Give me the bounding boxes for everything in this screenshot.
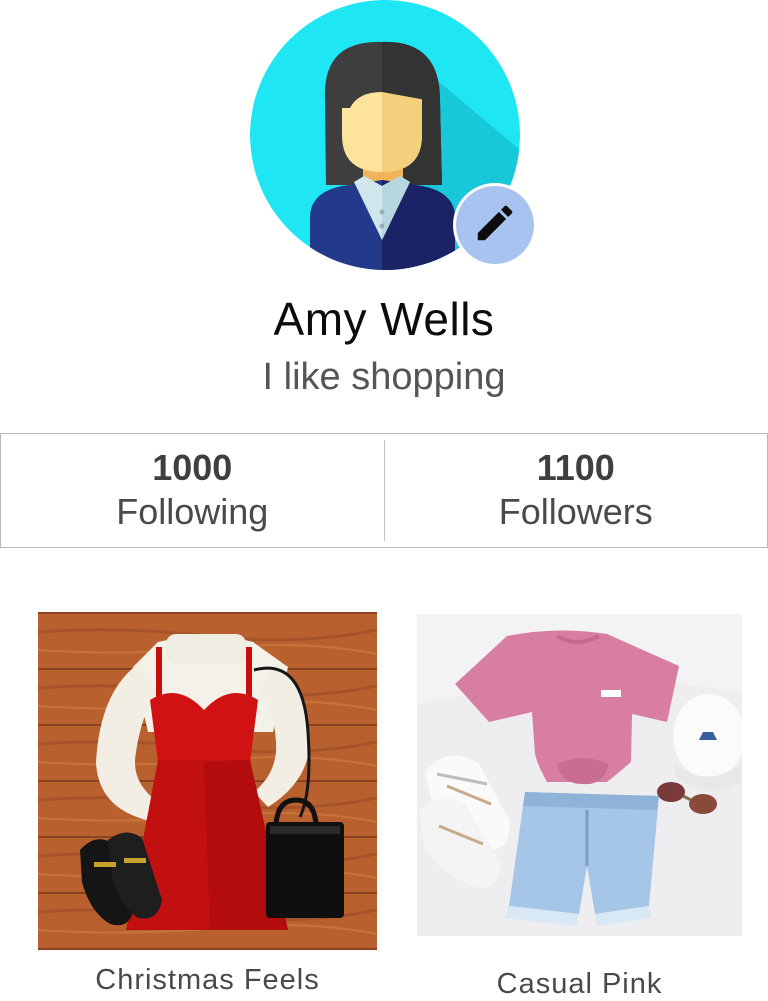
user-bio: I like shopping [262, 356, 506, 398]
outfit-title: Christmas Feels [95, 964, 320, 996]
outfit-image [38, 612, 377, 950]
following-count: 1000 [152, 447, 233, 489]
user-name: Amy Wells [273, 293, 495, 345]
outfit-title: Casual Pink [496, 968, 663, 1000]
outfit-card[interactable]: Casual Pink [417, 614, 742, 1000]
stats-bar: 1000 Following 1100 Followers [0, 433, 768, 548]
outfit-card[interactable]: Christmas Feels [38, 612, 377, 996]
pencil-icon [472, 200, 518, 251]
following-label: Following [116, 490, 269, 532]
following-stat[interactable]: 1000 Following [1, 434, 384, 547]
followers-stat[interactable]: 1100 Followers [385, 434, 768, 547]
followers-label: Followers [498, 490, 653, 532]
edit-avatar-button[interactable] [453, 183, 537, 267]
outfit-image [417, 614, 742, 936]
followers-count: 1100 [536, 447, 615, 489]
